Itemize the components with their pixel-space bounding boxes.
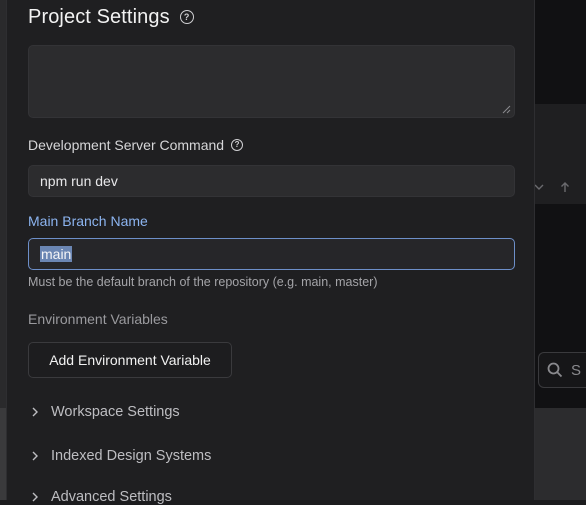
add-environment-variable-button[interactable]: Add Environment Variable bbox=[28, 342, 232, 378]
section-label: Indexed Design Systems bbox=[51, 448, 212, 464]
env-vars-label: Environment Variables bbox=[28, 311, 168, 327]
search-placeholder: S bbox=[571, 361, 582, 379]
background-bottom-panel bbox=[535, 408, 586, 500]
env-vars-label-row: Environment Variables bbox=[28, 311, 168, 327]
arrow-up-icon[interactable] bbox=[560, 181, 570, 193]
project-settings-modal: Project Settings ? Development Server Co… bbox=[6, 0, 535, 505]
section-indexed-design-systems[interactable]: Indexed Design Systems bbox=[31, 448, 211, 464]
modal-header: Project Settings ? bbox=[28, 4, 194, 30]
section-workspace-settings[interactable]: Workspace Settings bbox=[31, 404, 180, 420]
description-textarea[interactable] bbox=[28, 45, 515, 118]
dev-server-command-value: npm run dev bbox=[40, 173, 118, 189]
main-branch-value: main bbox=[40, 246, 73, 262]
chevron-right-icon bbox=[32, 492, 38, 502]
main-branch-label: Main Branch Name bbox=[28, 213, 148, 229]
help-icon[interactable]: ? bbox=[231, 139, 244, 151]
chevron-down-icon[interactable] bbox=[534, 183, 544, 191]
section-label: Workspace Settings bbox=[51, 404, 180, 420]
dev-server-label: Development Server Command bbox=[28, 137, 225, 153]
help-icon[interactable]: ? bbox=[179, 10, 194, 24]
section-advanced-settings[interactable]: Advanced Settings bbox=[31, 489, 172, 505]
main-branch-label-row: Main Branch Name bbox=[28, 213, 148, 229]
resize-grip-icon[interactable] bbox=[502, 105, 511, 114]
dev-server-command-input[interactable]: npm run dev bbox=[28, 165, 515, 197]
background-search-input[interactable]: S bbox=[538, 352, 586, 388]
dev-server-label-row: Development Server Command ? bbox=[28, 137, 244, 153]
chevron-right-icon bbox=[32, 451, 38, 461]
main-branch-helper-text: Must be the default branch of the reposi… bbox=[28, 275, 378, 289]
search-icon bbox=[547, 362, 563, 378]
modal-title: Project Settings bbox=[28, 5, 170, 28]
main-branch-input[interactable]: main bbox=[28, 238, 515, 270]
section-label: Advanced Settings bbox=[51, 489, 172, 505]
chevron-right-icon bbox=[32, 407, 38, 417]
